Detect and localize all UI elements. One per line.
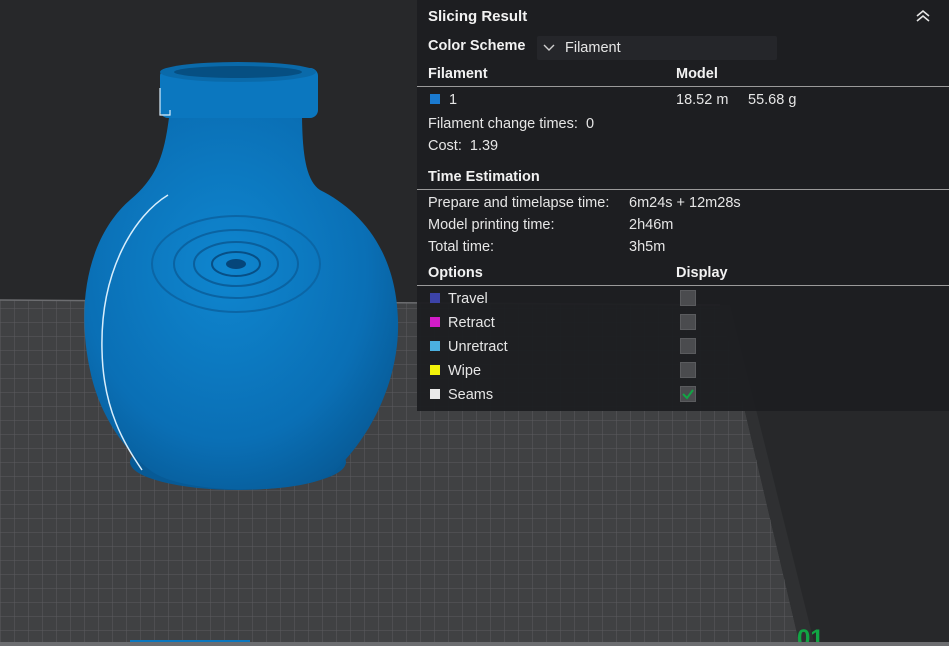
seams-color-swatch	[430, 389, 440, 399]
travel-display-checkbox[interactable]	[680, 290, 696, 306]
seams-label: Seams	[448, 387, 494, 403]
filament-id: 1	[449, 92, 458, 108]
filament-length: 18.52 m	[676, 92, 729, 108]
cost-label: Cost:	[428, 138, 462, 154]
slicing-result-panel: Slicing Result Color Scheme Filament Fil…	[417, 0, 949, 411]
total-time-label: Total time:	[428, 239, 495, 255]
double-chevron-up-icon	[916, 9, 930, 22]
divider	[417, 86, 949, 87]
collapse-button[interactable]	[914, 8, 932, 24]
time-estimation-header: Time Estimation	[428, 169, 540, 185]
prepare-time-value: 6m24s + 12m28s	[629, 195, 741, 211]
change-times-value: 0	[585, 116, 595, 132]
retract-color-swatch	[430, 317, 440, 327]
display-column-header: Display	[676, 265, 728, 281]
change-times-label: Filament change times:	[428, 116, 578, 132]
model-column-header: Model	[676, 66, 718, 82]
chevron-down-icon	[543, 44, 555, 51]
color-scheme-value: Filament	[565, 40, 621, 56]
filament-column-header: Filament	[428, 66, 488, 82]
divider	[417, 285, 949, 286]
total-time-value: 3h5m	[629, 239, 666, 255]
filament-color-swatch	[430, 94, 440, 104]
model-time-label: Model printing time:	[428, 217, 555, 233]
cost-line: Cost: 1.39	[428, 138, 498, 154]
filament-change-times: Filament change times: 0	[428, 116, 594, 132]
wipe-color-swatch	[430, 365, 440, 375]
unretract-display-checkbox[interactable]	[680, 338, 696, 354]
wipe-label: Wipe	[448, 363, 482, 379]
travel-color-swatch	[430, 293, 440, 303]
retract-display-checkbox[interactable]	[680, 314, 696, 330]
checkmark-icon	[682, 389, 694, 400]
prepare-time-label: Prepare and timelapse time:	[428, 195, 610, 211]
color-scheme-label: Color Scheme	[428, 38, 526, 54]
model-time-value: 2h46m	[629, 217, 674, 233]
cost-value: 1.39	[469, 138, 499, 154]
travel-label: Travel	[448, 291, 488, 307]
unretract-color-swatch	[430, 341, 440, 351]
retract-label: Retract	[448, 315, 495, 331]
seams-display-checkbox[interactable]	[680, 386, 696, 402]
divider	[417, 189, 949, 190]
filament-weight: 55.68 g	[748, 92, 797, 108]
unretract-label: Unretract	[448, 339, 508, 355]
panel-title: Slicing Result	[428, 8, 528, 25]
options-column-header: Options	[428, 265, 483, 281]
wipe-display-checkbox[interactable]	[680, 362, 696, 378]
color-scheme-select[interactable]: Filament	[537, 36, 777, 60]
